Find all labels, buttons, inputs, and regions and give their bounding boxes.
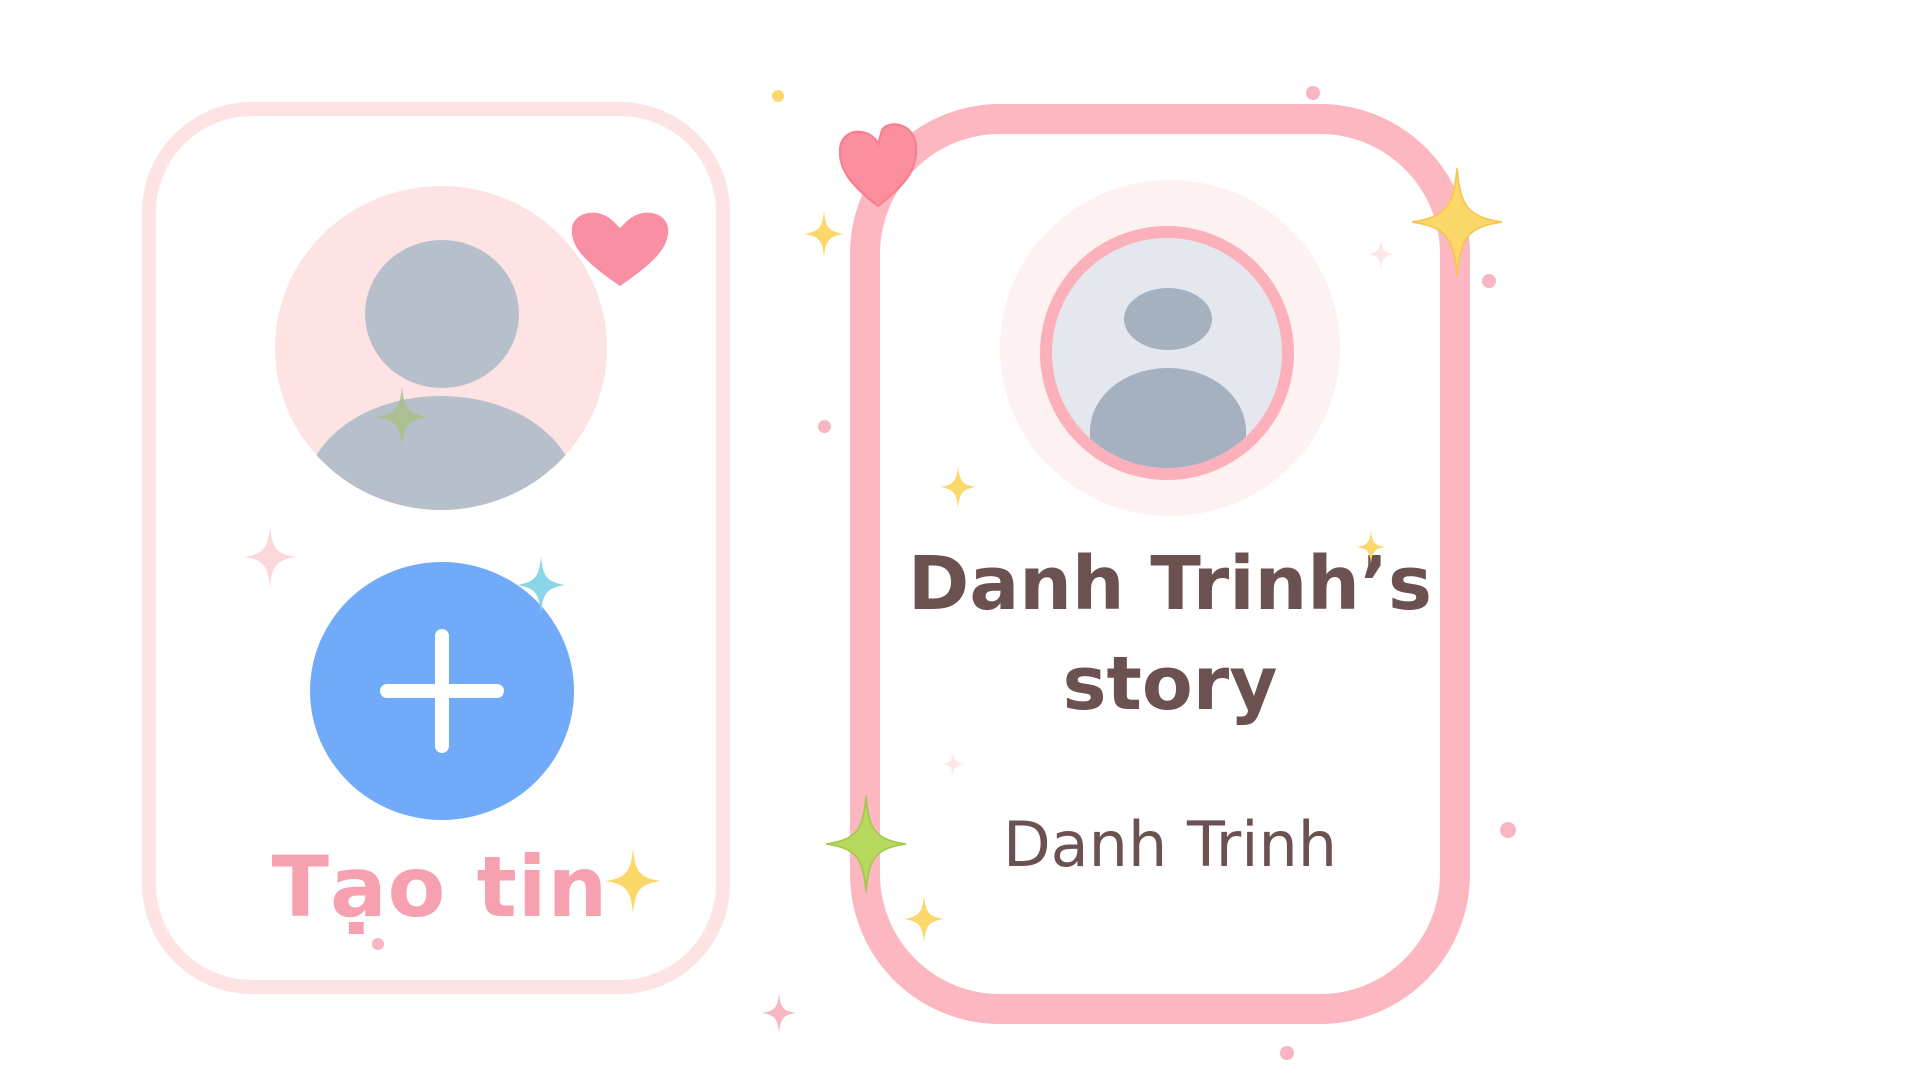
create-story-avatar <box>275 186 607 510</box>
sparkle-icon <box>244 526 296 588</box>
avatar-body <box>1090 368 1246 468</box>
sparkle-icon <box>804 210 844 258</box>
decor-dot <box>372 938 384 950</box>
sparkle-icon <box>942 750 964 778</box>
story-avatar[interactable] <box>1040 226 1294 480</box>
sparkle-icon <box>1356 530 1386 564</box>
avatar-head <box>1124 288 1212 350</box>
decor-dot <box>1500 822 1516 838</box>
decor-dot <box>1280 1046 1294 1060</box>
sparkle-icon <box>762 992 796 1034</box>
avatar-body <box>305 396 577 510</box>
sparkle-icon <box>605 848 661 914</box>
sparkle-icon <box>516 556 566 614</box>
decor-dot <box>1482 274 1496 288</box>
story-tray: Tạo tin Danh Trinh’s story Danh Trinh <box>0 0 1920 1080</box>
decor-dot <box>772 90 784 102</box>
story-author: Danh Trinh <box>1002 808 1338 881</box>
avatar-head <box>365 240 519 388</box>
sparkle-icon <box>940 465 976 509</box>
heart-icon <box>838 123 918 208</box>
sparkle-icon <box>826 796 906 892</box>
sparkle-icon <box>1368 238 1394 270</box>
decor-dot <box>818 420 831 433</box>
heart-icon <box>571 212 669 286</box>
sparkle-icon <box>1412 168 1502 276</box>
sparkle-icon <box>376 386 428 448</box>
create-story-label: Tạo tin <box>271 838 609 936</box>
sparkle-icon <box>904 895 944 943</box>
story-title: Danh Trinh’s story <box>907 541 1433 727</box>
decor-dot <box>1306 86 1320 100</box>
